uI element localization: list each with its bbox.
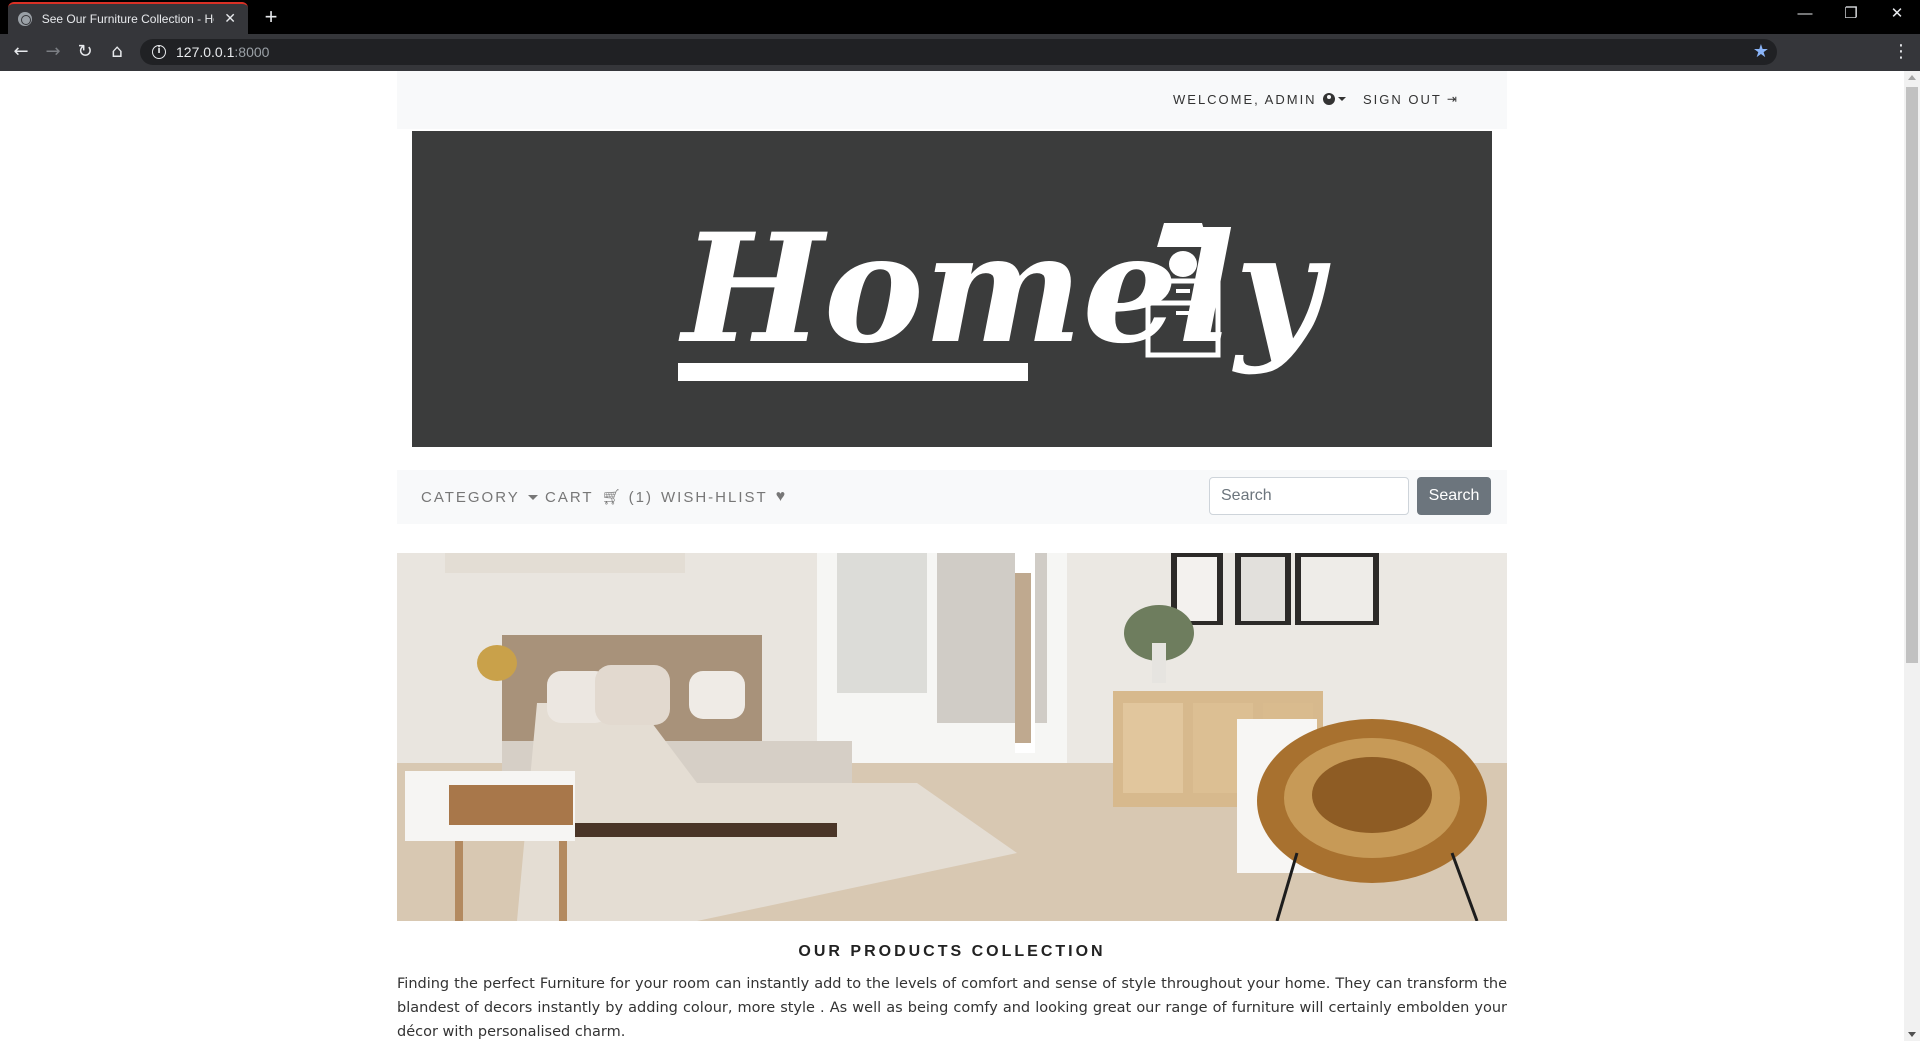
bookmark-star-icon[interactable]: ★ xyxy=(1753,41,1769,63)
page-scrollbar[interactable] xyxy=(1904,71,1920,1041)
tab-title: See Our Furniture Collection - Homely xyxy=(41,12,215,26)
restore-icon[interactable]: ❐ xyxy=(1828,0,1874,30)
logo-underline xyxy=(678,363,1028,381)
globe-icon xyxy=(18,12,32,26)
caret-down-icon xyxy=(527,494,538,500)
wishlist-link[interactable]: WISH-HLIST ♥ xyxy=(661,485,785,509)
forward-icon[interactable]: → xyxy=(41,40,65,64)
scroll-thumb[interactable] xyxy=(1906,87,1918,663)
browser-tab[interactable]: See Our Furniture Collection - Homely ✕ xyxy=(8,2,248,34)
close-icon[interactable]: ✕ xyxy=(222,11,238,27)
cart-link[interactable]: CART 🛒︎ (1) xyxy=(545,485,653,509)
category-dropdown[interactable]: CATEGORY xyxy=(421,485,538,509)
caret-down-icon xyxy=(1337,97,1346,101)
category-label: CATEGORY xyxy=(421,488,520,506)
main-navbar: CATEGORY CART 🛒︎ (1) WISH-HLIST ♥ Search xyxy=(397,470,1507,524)
homely-logo-banner[interactable]: Homely xyxy=(412,131,1492,447)
heart-icon: ♥ xyxy=(775,488,786,505)
url-host: 127.0.0.1 xyxy=(176,44,235,60)
browser-tab-bar: See Our Furniture Collection - Homely ✕ … xyxy=(0,0,1920,34)
wishlist-label: WISH-HLIST xyxy=(661,488,768,506)
window-close-icon[interactable]: ✕ xyxy=(1874,0,1920,30)
search-button[interactable]: Search xyxy=(1417,477,1491,515)
cart-count: (1) xyxy=(628,488,653,506)
sign-out-label: SIGN OUT xyxy=(1363,91,1442,107)
intro-paragraph: Finding the perfect Furniture for your r… xyxy=(397,976,1507,1040)
sign-out-link[interactable]: SIGN OUT ⇥ xyxy=(1363,87,1457,111)
top-navbar: WELCOME, ADMIN SIGN OUT ⇥ xyxy=(397,71,1507,129)
logo-text: Homely xyxy=(678,201,1331,377)
homely-logo: Homely xyxy=(678,201,1331,381)
scroll-down-icon[interactable] xyxy=(1908,1032,1916,1037)
minimize-icon[interactable]: — xyxy=(1782,0,1828,30)
cart-label: CART xyxy=(545,488,594,506)
reload-icon[interactable]: ↻ xyxy=(73,40,97,64)
shopping-cart-icon: 🛒︎ xyxy=(601,489,621,506)
browser-toolbar: ← → ↻ ⌂ i 127.0.0.1:8000 ★ ⋮ xyxy=(0,34,1920,71)
back-icon[interactable]: ← xyxy=(9,40,33,64)
url-port: :8000 xyxy=(234,44,270,60)
new-tab-button[interactable]: + xyxy=(258,4,284,30)
user-circle-icon xyxy=(1322,93,1335,105)
welcome-label: WELCOME, ADMIN xyxy=(1173,91,1317,107)
browser-menu-icon[interactable]: ⋮ xyxy=(1892,40,1910,64)
page-viewport: WELCOME, ADMIN SIGN OUT ⇥ Homely CATEGOR… xyxy=(0,71,1904,1041)
address-bar[interactable]: i 127.0.0.1:8000 ★ xyxy=(140,39,1777,65)
sign-out-icon: ⇥ xyxy=(1446,92,1457,106)
scroll-up-icon[interactable] xyxy=(1908,75,1916,80)
bedroom-hero-image xyxy=(397,553,1507,921)
home-icon[interactable]: ⌂ xyxy=(105,40,129,64)
section-title: OUR PRODUCTS COLLECTION xyxy=(798,943,1106,960)
info-icon[interactable]: i xyxy=(152,45,166,59)
search-input[interactable] xyxy=(1209,477,1409,515)
welcome-dropdown[interactable]: WELCOME, ADMIN xyxy=(1173,87,1346,111)
